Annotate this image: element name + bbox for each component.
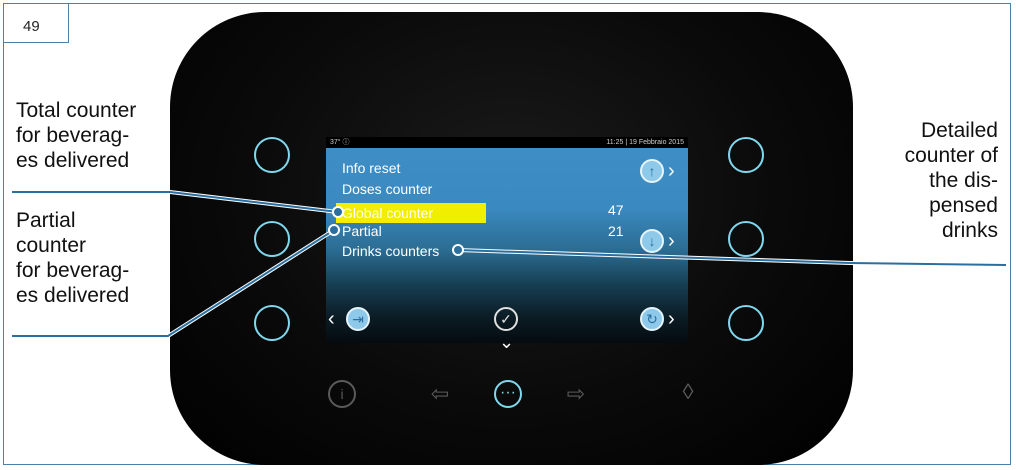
leader-dot-total [332, 206, 344, 218]
leader-dot-partial [328, 224, 340, 236]
leader-line-partial [12, 229, 335, 337]
leader-dot-detailed [452, 244, 464, 256]
leader-lines [12, 190, 1007, 338]
leader-line-total [12, 191, 339, 213]
